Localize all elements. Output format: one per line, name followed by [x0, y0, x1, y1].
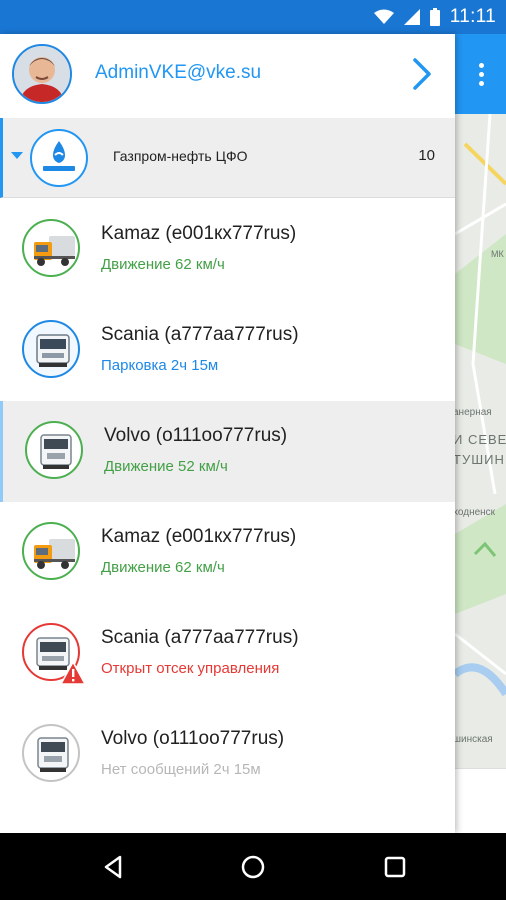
organization-name: Газпром-нефть ЦФО	[113, 148, 248, 164]
vehicle-list-item[interactable]: Volvo (o111oo777rus) Движение 52 км/ч	[0, 401, 455, 502]
vehicle-status: Движение 62 км/ч	[101, 559, 225, 576]
vehicle-list-item[interactable]: Scania (a777aa777rus) Открыт отсек управл…	[0, 603, 455, 704]
vehicle-status: Нет сообщений 2ч 15м	[101, 761, 261, 778]
wifi-icon	[373, 9, 394, 24]
status-time: 11:11	[449, 6, 496, 27]
map-app-bar	[455, 34, 506, 114]
truck-avatar-icon	[22, 219, 80, 277]
map-view[interactable]: анерная И СЕВЕ ТУШИН ходненск шинская МК	[455, 34, 506, 833]
avatar	[12, 44, 72, 104]
organization-row[interactable]: Газпром-нефть ЦФО 10	[0, 118, 455, 198]
vehicle-list-item[interactable]: Volvo (o111oo777rus) Нет сообщений 2ч 15м	[0, 704, 455, 805]
recents-square-icon[interactable]	[381, 853, 409, 881]
truck-avatar-icon	[25, 421, 83, 479]
map-bottom-panel	[455, 768, 506, 833]
battery-icon	[429, 8, 440, 26]
vehicle-status: Движение 52 км/ч	[104, 458, 228, 475]
navigation-drawer: AdminVKE@vke.su Газпром-нефть ЦФО 10 Kam…	[0, 34, 455, 833]
vehicle-name: Volvo (o111oo777rus)	[101, 728, 285, 749]
chevron-right-icon[interactable]	[407, 56, 437, 92]
map-label: МК	[491, 249, 504, 259]
cellular-signal-icon	[403, 9, 420, 25]
status-bar: 11:11	[0, 0, 506, 34]
vehicle-list-item[interactable]: Scania (a777aa777rus) Парковка 2ч 15м	[0, 300, 455, 401]
map-label: И СЕВЕ	[455, 432, 506, 447]
truck-avatar-icon	[22, 724, 80, 782]
truck-avatar-icon	[22, 522, 80, 580]
map-label: ходненск	[455, 507, 496, 518]
truck-avatar-icon	[22, 623, 86, 685]
vehicle-list-item[interactable]: Kamaz (e001кх777rus) Движение 62 км/ч	[0, 199, 455, 300]
map-label: анерная	[455, 407, 492, 418]
vehicle-status: Открыт отсек управления	[101, 660, 280, 677]
vehicle-name: Volvo (o111oo777rus)	[104, 425, 288, 446]
organization-count: 10	[418, 147, 435, 164]
map-label: ТУШИН	[455, 452, 505, 467]
vehicle-list-item[interactable]: Kamaz (e001кх777rus) Движение 62 км/ч	[0, 502, 455, 603]
back-triangle-icon[interactable]	[100, 853, 128, 881]
vehicle-name: Kamaz (e001кх777rus)	[101, 223, 297, 244]
home-circle-icon[interactable]	[239, 853, 267, 881]
account-email: AdminVKE@vke.su	[95, 62, 262, 83]
system-navigation-bar	[0, 833, 506, 900]
vehicle-name: Kamaz (e001кх777rus)	[101, 526, 297, 547]
account-header[interactable]: AdminVKE@vke.su	[0, 34, 455, 118]
expand-caret-icon[interactable]	[11, 152, 23, 159]
more-vert-icon[interactable]	[470, 56, 492, 92]
warning-triangle-icon	[60, 661, 86, 685]
gazprom-neft-logo	[30, 129, 88, 187]
vehicle-name: Scania (a777aa777rus)	[101, 627, 299, 648]
vehicle-status: Парковка 2ч 15м	[101, 357, 219, 374]
status-icons: 11:11	[373, 6, 496, 28]
map-label: шинская	[455, 734, 493, 745]
vehicle-status: Движение 62 км/ч	[101, 256, 225, 273]
truck-avatar-icon	[22, 320, 80, 378]
vehicle-name: Scania (a777aa777rus)	[101, 324, 299, 345]
